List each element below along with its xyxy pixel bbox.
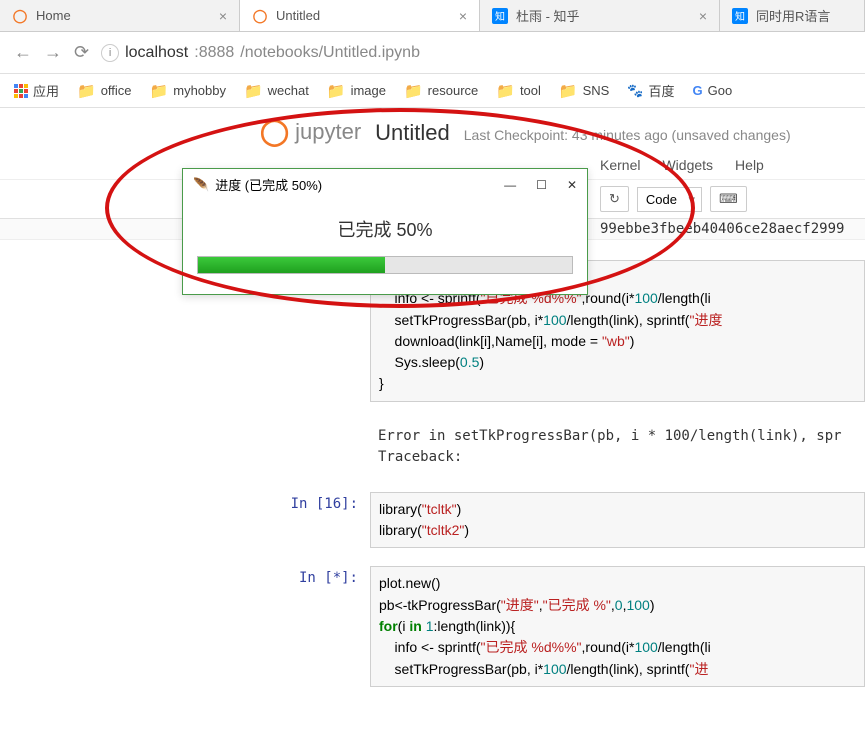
bookmarks-bar: 应用 📁office 📁myhobby 📁wechat 📁image 📁reso… <box>0 74 865 108</box>
close-icon[interactable]: × <box>691 8 707 24</box>
dialog-title-text: 进度 (已完成 50%) <box>215 175 322 194</box>
progress-dialog: 🪶 进度 (已完成 50%) — ☐ ✕ 已完成 50% <box>182 168 588 295</box>
code-cell[interactable]: In [16]: library("tcltk") library("tcltk… <box>0 492 865 549</box>
jupyter-icon: ◯ <box>252 8 268 24</box>
url-port: :8888 <box>194 44 234 62</box>
forward-button[interactable]: → <box>44 42 62 63</box>
progress-message: 已完成 50% <box>197 216 573 242</box>
tab-zhihu-2[interactable]: 知 同时用R语言 <box>720 0 865 31</box>
tab-label: 杜雨 - 知乎 <box>516 6 580 25</box>
bookmark-office[interactable]: 📁office <box>77 82 132 100</box>
folder-icon: 📁 <box>327 82 346 100</box>
menu-widgets[interactable]: Widgets <box>662 157 713 173</box>
folder-icon: 📁 <box>404 82 423 100</box>
progress-fill <box>198 257 385 273</box>
tab-home[interactable]: ◯ Home × <box>0 0 240 31</box>
bookmark-wechat[interactable]: 📁wechat <box>244 82 309 100</box>
browser-tab-strip: ◯ Home × ◯ Untitled × 知 杜雨 - 知乎 × 知 同时用R… <box>0 0 865 32</box>
bookmark-baidu[interactable]: 🐾百度 <box>627 81 674 100</box>
command-palette-button[interactable]: ⌨ <box>710 186 747 212</box>
folder-icon: 📁 <box>244 82 263 100</box>
tab-label: Untitled <box>276 8 320 23</box>
restart-kernel-button[interactable]: ↻ <box>600 186 629 212</box>
folder-icon: 📁 <box>559 82 578 100</box>
menu-kernel[interactable]: Kernel <box>600 157 640 173</box>
tab-zhihu-1[interactable]: 知 杜雨 - 知乎 × <box>480 0 720 31</box>
url-path: /notebooks/Untitled.ipynb <box>240 44 420 62</box>
code-input[interactable]: plot.new() pb<-tkProgressBar("进度","已完成 %… <box>370 566 865 686</box>
tab-label: Home <box>36 8 71 23</box>
folder-icon: 📁 <box>150 82 169 100</box>
google-icon: G <box>693 83 703 98</box>
dialog-titlebar[interactable]: 🪶 进度 (已完成 50%) — ☐ ✕ <box>183 169 587 200</box>
url-field[interactable]: i localhost :8888/notebooks/Untitled.ipyn… <box>101 44 851 62</box>
close-icon[interactable]: × <box>451 8 467 24</box>
bookmark-sns[interactable]: 📁SNS <box>559 82 609 100</box>
jupyter-icon: ◯ <box>12 8 28 24</box>
baidu-icon: 🐾 <box>627 83 643 99</box>
feather-icon: 🪶 <box>193 177 209 193</box>
bookmark-image[interactable]: 📁image <box>327 82 386 100</box>
input-prompt: In [16]: <box>260 492 370 549</box>
code-input[interactable]: library("tcltk") library("tcltk2") <box>370 492 865 549</box>
notebook-title[interactable]: Untitled <box>375 120 450 146</box>
maximize-button[interactable]: ☐ <box>536 178 547 192</box>
close-button[interactable]: ✕ <box>567 178 577 192</box>
back-button[interactable]: ← <box>14 42 32 63</box>
output-prompt <box>260 420 370 474</box>
progress-bar <box>197 256 573 274</box>
error-output: Error in setTkProgressBar(pb, i * 100/le… <box>370 420 865 474</box>
window-controls: — ☐ ✕ <box>504 178 577 192</box>
checkpoint-text: Last Checkpoint: 43 minutes ago (unsaved… <box>464 127 791 143</box>
info-icon[interactable]: i <box>101 44 119 62</box>
tab-label: 同时用R语言 <box>756 6 830 25</box>
jupyter-header: ◯ jupyter Untitled Last Checkpoint: 43 m… <box>0 108 865 151</box>
tab-untitled[interactable]: ◯ Untitled × <box>240 0 480 31</box>
bookmark-resource[interactable]: 📁resource <box>404 82 478 100</box>
zhihu-icon: 知 <box>492 8 508 24</box>
bookmark-myhobby[interactable]: 📁myhobby <box>150 82 226 100</box>
code-cell[interactable]: In [*]: plot.new() pb<-tkProgressBar("进度… <box>0 566 865 686</box>
input-prompt: In [*]: <box>260 566 370 686</box>
apps-icon <box>14 84 28 98</box>
celltype-select[interactable]: Code <box>637 187 702 212</box>
bookmark-google[interactable]: GGoo <box>693 83 733 98</box>
close-icon[interactable]: × <box>211 8 227 24</box>
url-host: localhost <box>125 44 188 62</box>
apps-button[interactable]: 应用 <box>14 81 59 100</box>
zhihu-icon: 知 <box>732 8 748 24</box>
jupyter-icon: ◯ <box>260 116 289 147</box>
jupyter-logo[interactable]: ◯ jupyter <box>260 116 361 147</box>
folder-icon: 📁 <box>496 82 515 100</box>
bookmark-tool[interactable]: 📁tool <box>496 82 541 100</box>
notebook-body: In [15]: for(i in 1:length(link)){ info … <box>0 240 865 687</box>
minimize-button[interactable]: — <box>504 178 516 192</box>
output-cell: Error in setTkProgressBar(pb, i * 100/le… <box>0 420 865 474</box>
url-bar: ← → ⟳ i localhost :8888/notebooks/Untitle… <box>0 32 865 74</box>
folder-icon: 📁 <box>77 82 96 100</box>
reload-button[interactable]: ⟳ <box>74 42 89 63</box>
menu-help[interactable]: Help <box>735 157 764 173</box>
